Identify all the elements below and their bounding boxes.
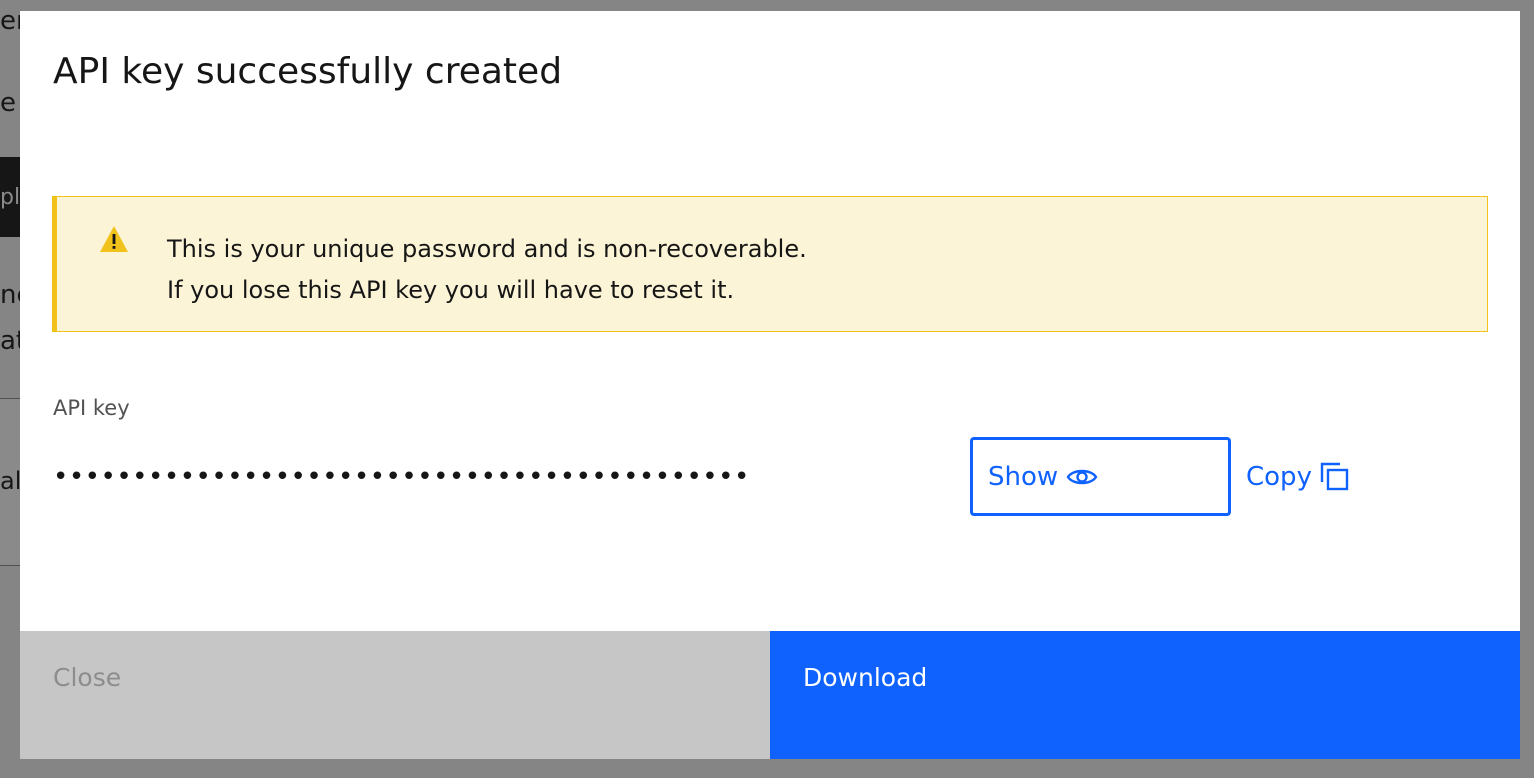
copy-key-button[interactable]: Copy	[1246, 437, 1350, 516]
close-button[interactable]: Close	[20, 631, 770, 759]
api-key-label: API key	[53, 396, 130, 420]
api-key-value: ••••••••••••••••••••••••••••••••••••••••…	[53, 462, 750, 492]
eye-icon	[1066, 469, 1098, 484]
notification-line: This is your unique password and is non-…	[167, 235, 807, 263]
warning-notification: This is your unique password and is non-…	[52, 196, 1488, 332]
copy-button-label: Copy	[1246, 461, 1312, 492]
modal-footer: Close Download	[20, 631, 1520, 759]
notification-line: If you lose this API key you will have t…	[167, 276, 735, 304]
show-button-label: Show	[988, 461, 1059, 492]
modal-title: API key successfully created	[53, 51, 563, 92]
show-key-button[interactable]: Show	[970, 437, 1231, 516]
api-key-modal: API key successfully created This is you…	[20, 11, 1520, 759]
download-button[interactable]: Download	[770, 631, 1520, 759]
warning-icon	[100, 226, 128, 252]
notification-message: This is your unique password and is non-…	[167, 229, 807, 311]
copy-icon	[1320, 462, 1349, 490]
